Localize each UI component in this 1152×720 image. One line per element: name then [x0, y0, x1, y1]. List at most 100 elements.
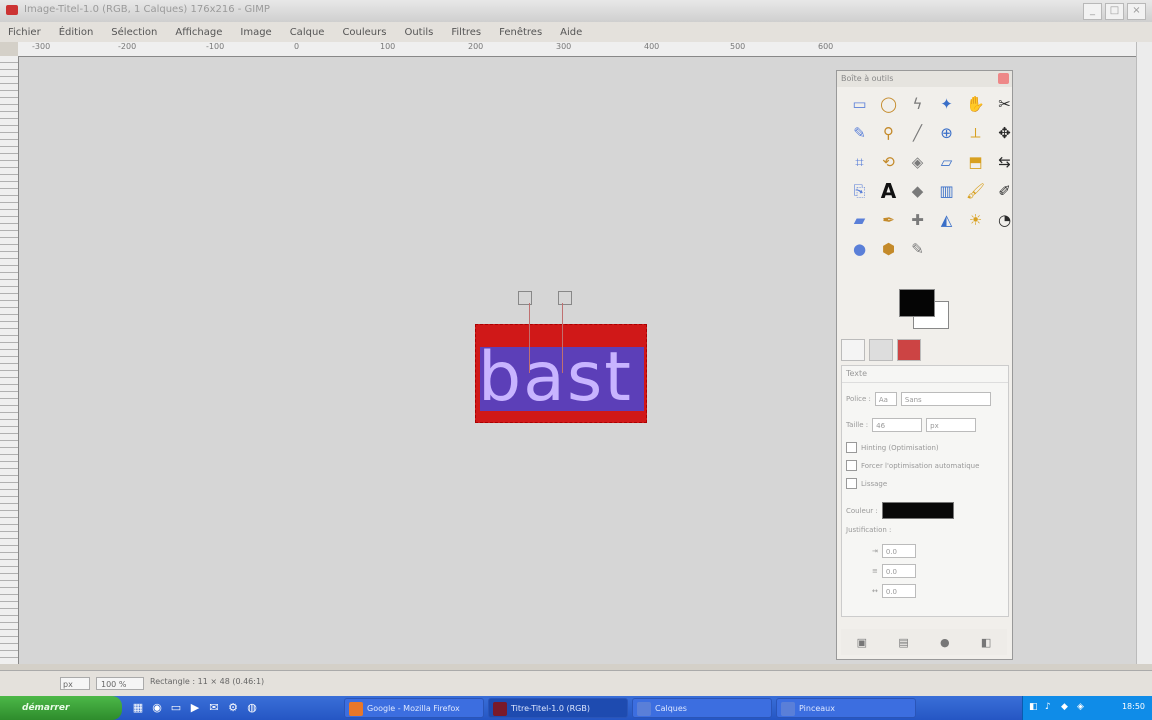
- zoom-icon[interactable]: ⊕: [932, 118, 961, 147]
- maximize-button[interactable]: □: [1105, 3, 1124, 20]
- flip-icon[interactable]: ⇆: [990, 147, 1019, 176]
- pencil-icon[interactable]: ╱: [903, 118, 932, 147]
- smudge-icon[interactable]: ☀: [961, 205, 990, 234]
- hinting-checkbox[interactable]: [846, 442, 857, 453]
- horizontal-ruler[interactable]: -300 -200 -100 0 100 200 300 400 500 600: [18, 42, 1136, 57]
- color-picker-icon[interactable]: ⚲: [874, 118, 903, 147]
- menu-image[interactable]: Image: [240, 27, 271, 38]
- ruler-tick: -300: [32, 42, 51, 51]
- blur-icon[interactable]: ●: [845, 234, 874, 263]
- delete-options-icon[interactable]: ●: [940, 636, 950, 649]
- eraser-icon[interactable]: ▰: [845, 205, 874, 234]
- font-input[interactable]: Sans: [900, 392, 991, 406]
- airbrush-icon[interactable]: ✐: [990, 176, 1019, 205]
- minimize-button[interactable]: _: [1083, 3, 1102, 20]
- taskbar-item[interactable]: Calques: [632, 698, 772, 718]
- window-title: Image-Titel-1.0 (RGB, 1 Calques) 176x216…: [24, 4, 270, 15]
- save-options-icon[interactable]: ▣: [857, 636, 867, 649]
- color-swatches[interactable]: [899, 289, 951, 329]
- ellipse-select-icon[interactable]: ◯: [874, 89, 903, 118]
- crop-icon[interactable]: ⌗: [845, 147, 874, 176]
- menu-select[interactable]: Sélection: [111, 27, 157, 38]
- tab-tool-options[interactable]: [841, 339, 865, 361]
- menu-view[interactable]: Affichage: [175, 27, 222, 38]
- clone-icon[interactable]: ⎘: [845, 176, 874, 205]
- heal-icon[interactable]: ✚: [903, 205, 932, 234]
- convolve-icon[interactable]: ◭: [932, 205, 961, 234]
- taskbar-item[interactable]: Pinceaux: [776, 698, 916, 718]
- menu-file[interactable]: Fichier: [8, 27, 41, 38]
- tab-undo-history[interactable]: [897, 339, 921, 361]
- text-color-button[interactable]: [881, 502, 954, 519]
- vertical-ruler[interactable]: [0, 56, 19, 664]
- ink-icon[interactable]: ✒: [874, 205, 903, 234]
- menu-help[interactable]: Aide: [560, 27, 582, 38]
- letter-spacing-icon: ↔: [872, 587, 878, 595]
- menu-colors[interactable]: Couleurs: [342, 27, 386, 38]
- taskbar-item[interactable]: Titre-Titel-1.0 (RGB): [488, 698, 628, 718]
- close-button[interactable]: ×: [1127, 3, 1146, 20]
- shear-icon[interactable]: ▱: [932, 147, 961, 176]
- mail-icon[interactable]: ✉: [206, 700, 222, 716]
- dodge-burn-icon[interactable]: ◔: [990, 205, 1019, 234]
- stamp-icon[interactable]: ⬢: [874, 234, 903, 263]
- unit-select[interactable]: px: [60, 677, 90, 690]
- menu-tools[interactable]: Outils: [404, 27, 433, 38]
- measure-icon[interactable]: ⟂: [961, 118, 990, 147]
- settings-icon[interactable]: ⚙: [225, 700, 241, 716]
- scissors-icon[interactable]: ✂: [990, 89, 1019, 118]
- resize-handle[interactable]: [558, 291, 572, 305]
- size-unit-select[interactable]: px: [926, 418, 977, 432]
- force-hinting-checkbox[interactable]: [846, 460, 857, 471]
- folder-icon[interactable]: ▭: [168, 700, 184, 716]
- clock: 18:50: [1121, 702, 1145, 711]
- media-player-icon[interactable]: ▶: [187, 700, 203, 716]
- taskbar-item[interactable]: Google - Mozilla Firefox: [344, 698, 484, 718]
- menu-edit[interactable]: Édition: [59, 27, 94, 38]
- hinting-label: Hinting (Optimisation): [861, 443, 939, 452]
- font-label: Police :: [846, 395, 871, 403]
- close-icon[interactable]: [998, 73, 1009, 84]
- reset-options-icon[interactable]: ◧: [981, 636, 991, 649]
- rect-select-icon[interactable]: ▭: [845, 89, 874, 118]
- size-input[interactable]: 46: [872, 418, 923, 432]
- menu-windows[interactable]: Fenêtres: [499, 27, 542, 38]
- antialias-checkbox[interactable]: [846, 478, 857, 489]
- scale-icon[interactable]: ◈: [903, 147, 932, 176]
- show-desktop-icon[interactable]: ▦: [130, 700, 146, 716]
- security-icon[interactable]: ◆: [1061, 702, 1072, 713]
- foreground-color-swatch[interactable]: [899, 289, 935, 317]
- free-select-icon[interactable]: ϟ: [903, 89, 932, 118]
- zoom-select[interactable]: 100 %: [96, 677, 144, 690]
- menu-layer[interactable]: Calque: [290, 27, 325, 38]
- start-button[interactable]: démarrer: [0, 696, 122, 720]
- browser-icon[interactable]: ◉: [149, 700, 165, 716]
- rotate-icon[interactable]: ⟲: [874, 147, 903, 176]
- select-by-color-icon[interactable]: ✋: [961, 89, 990, 118]
- perspective-icon[interactable]: ⬒: [961, 147, 990, 176]
- text-icon[interactable]: A: [874, 176, 903, 205]
- vertical-scrollbar[interactable]: [1136, 42, 1152, 664]
- picker-brush-icon[interactable]: ✎: [903, 234, 932, 263]
- firefox-icon[interactable]: ◍: [244, 700, 260, 716]
- toolbox-panel: Boîte à outils ▭ ◯ ϟ ✦ ✋ ✂ ✎ ⚲ ╱ ⊕ ⟂ ✥ ⌗ ⟲ ◈ ▱ ⬒ ⇆ ⎘ A ◆ ▥ 🖌 ✐ ▰…: [836, 70, 1013, 660]
- restore-options-icon[interactable]: ▤: [898, 636, 908, 649]
- fuzzy-select-icon[interactable]: ✦: [932, 89, 961, 118]
- bucket-fill-icon[interactable]: ◆: [903, 176, 932, 205]
- language-icon[interactable]: ◈: [1077, 702, 1088, 713]
- guide-line: [562, 303, 563, 373]
- blend-icon[interactable]: ▥: [932, 176, 961, 205]
- tab-device-status[interactable]: [869, 339, 893, 361]
- font-preview-button[interactable]: Aa: [874, 392, 897, 406]
- menu-filters[interactable]: Filtres: [451, 27, 481, 38]
- move-icon[interactable]: ✥: [990, 118, 1019, 147]
- line-spacing-input[interactable]: 0.0: [881, 564, 916, 578]
- paths-icon[interactable]: ✎: [845, 118, 874, 147]
- network-icon[interactable]: ◧: [1029, 702, 1040, 713]
- taskbar-item-label: Pinceaux: [799, 704, 835, 713]
- text-layer[interactable]: bast: [475, 324, 647, 423]
- letter-spacing-input[interactable]: 0.0: [881, 584, 916, 598]
- paintbrush-icon[interactable]: 🖌: [961, 176, 990, 205]
- volume-icon[interactable]: ♪: [1045, 702, 1056, 713]
- indent-input[interactable]: 0.0: [881, 544, 916, 558]
